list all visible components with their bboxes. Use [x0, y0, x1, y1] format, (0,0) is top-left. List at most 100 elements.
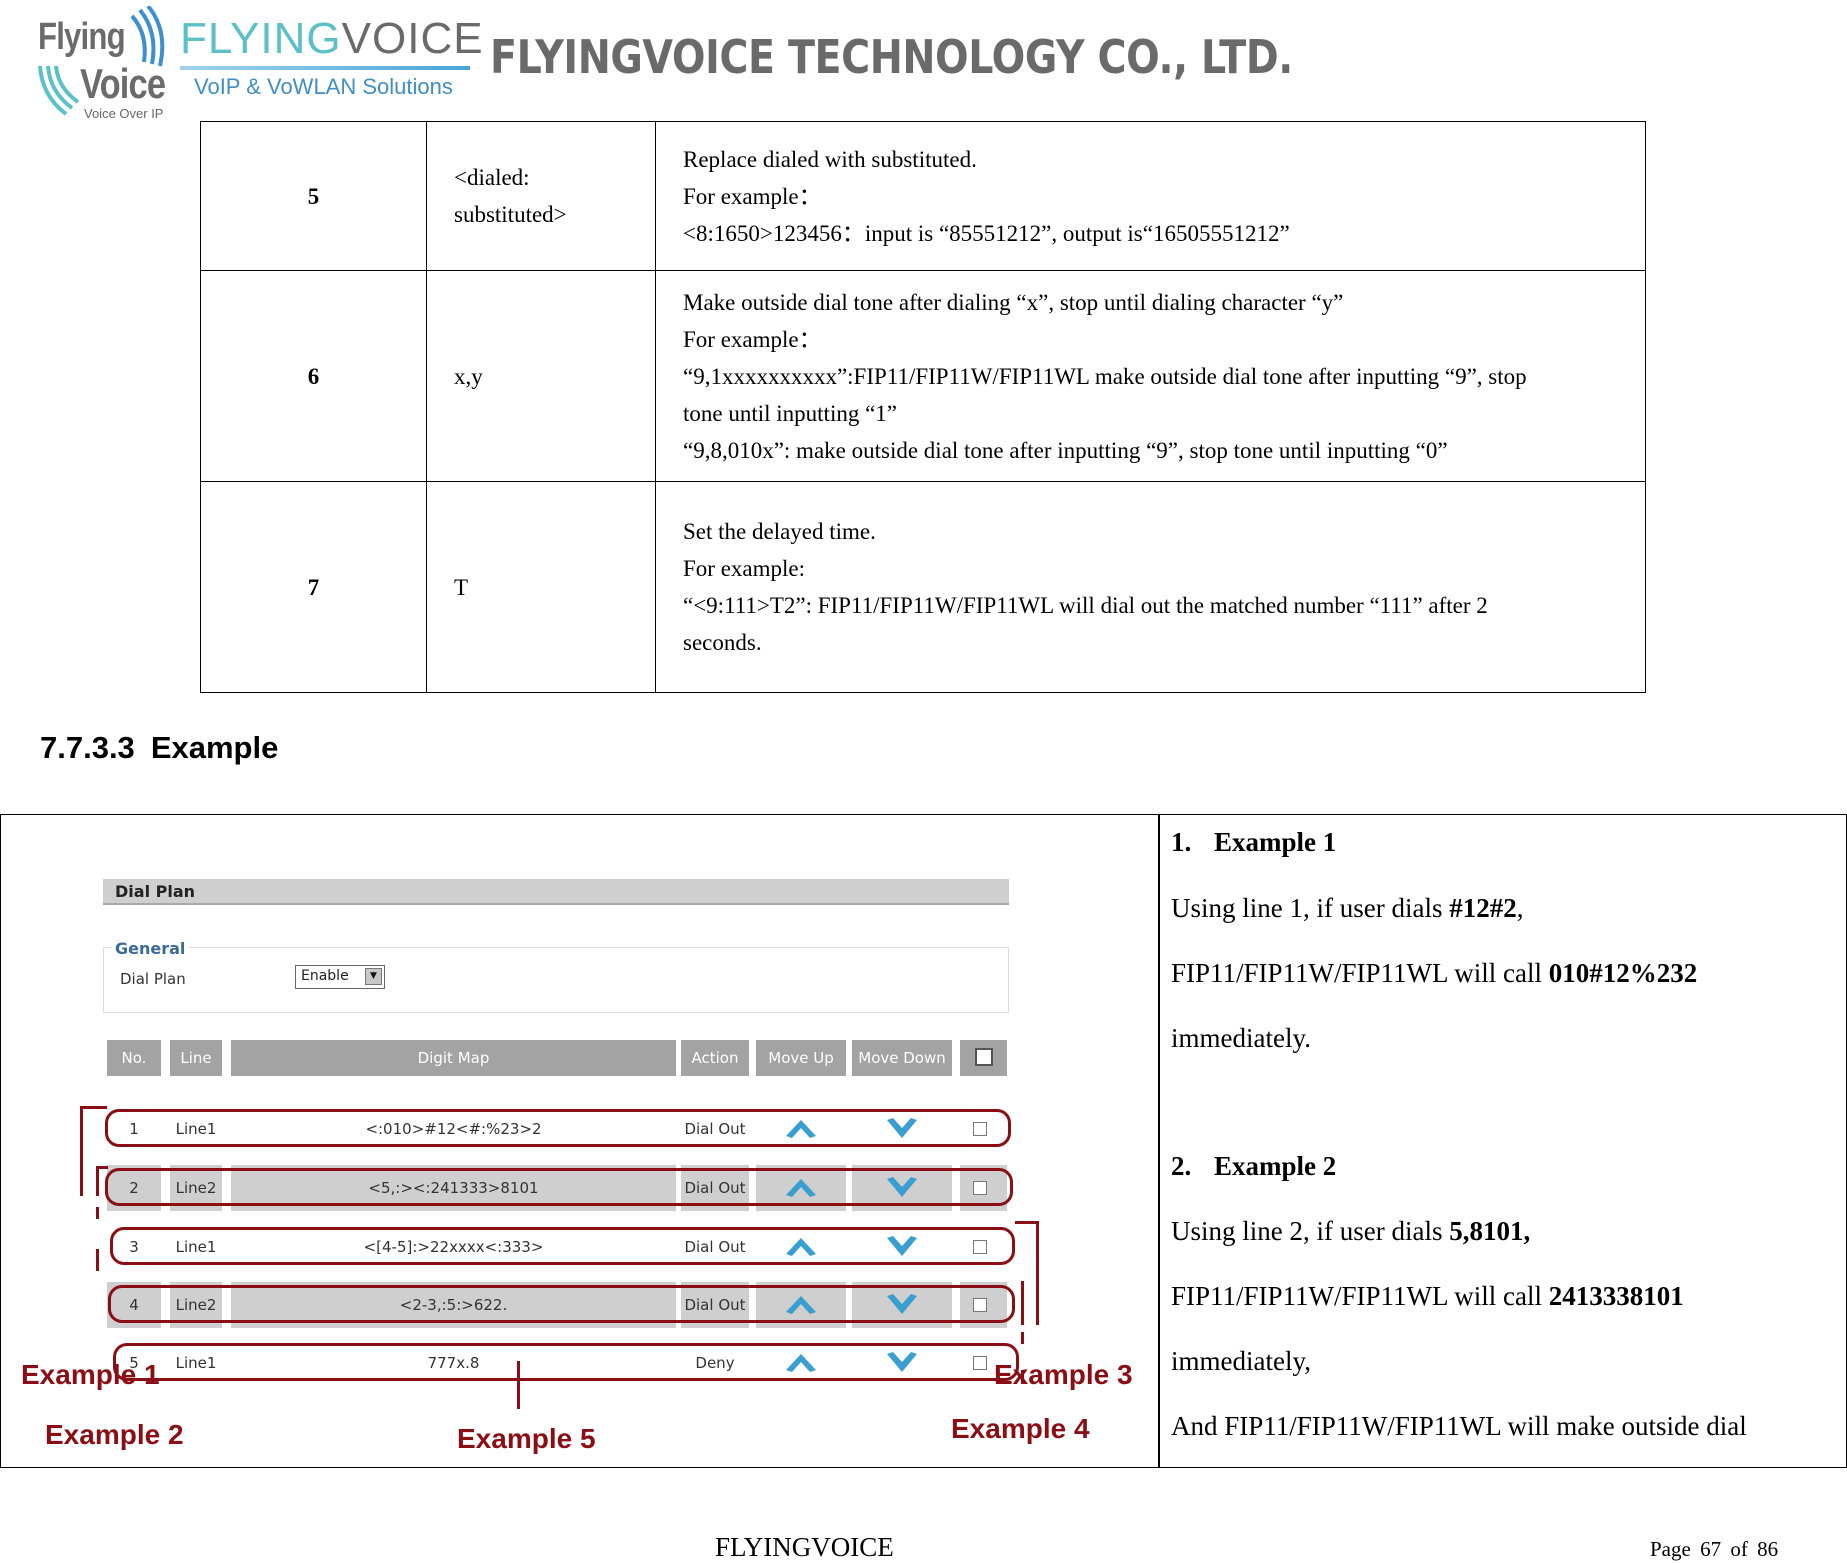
- example-1-line: Using line 1, if user dials #12#2,: [1171, 893, 1523, 924]
- column-divider: [1158, 815, 1160, 1467]
- logo-left-tagline: Voice Over IP: [84, 106, 164, 121]
- column-header-line: Line: [170, 1040, 222, 1076]
- company-name: FLYINGVOICE TECHNOLOGY CO., LTD.: [490, 30, 1293, 84]
- example-title: Example 2: [1214, 1151, 1337, 1181]
- general-fieldset: [103, 947, 1009, 1013]
- desc-line: Set the delayed time.: [683, 519, 876, 544]
- table-row: 5 Line1 777x.8 Deny: [1, 1340, 1158, 1386]
- logo-center-part2: VOICE: [341, 14, 484, 63]
- callout-example-4: Example 4: [951, 1413, 1090, 1444]
- dialed-digits: #12#2: [1449, 893, 1517, 923]
- text: Using line 1, if user dials: [1171, 893, 1450, 923]
- total-pages: 86: [1757, 1537, 1779, 1561]
- page-number: Page 67 of 86: [1650, 1537, 1778, 1562]
- column-header-move-up: Move Up: [756, 1040, 846, 1076]
- rule-symbol: T: [426, 481, 656, 693]
- callout-line: [80, 1106, 83, 1196]
- section-number: 7.7.3.3: [40, 730, 135, 765]
- desc-line: Make outside dial tone after dialing “x”…: [683, 289, 1344, 315]
- text: ,: [1516, 893, 1524, 923]
- footer-brand: FLYINGVOICE: [715, 1532, 894, 1562]
- desc-line: “9,8,010x”: make outside dial tone after…: [683, 437, 1448, 463]
- desc-line: For example：: [683, 183, 822, 209]
- dial-plan-select[interactable]: Enable ▼: [295, 965, 385, 989]
- callout-line: [96, 1207, 99, 1219]
- example-2-line: FIP11/FIP11W/FIP11WL will call 241333810…: [1171, 1281, 1684, 1312]
- desc-line: “9,1xxxxxxxxxx”:FIP11/FIP11W/FIP11WL mak…: [683, 363, 1527, 389]
- column-header-move-down: Move Down: [852, 1040, 952, 1076]
- example-2-line: And FIP11/FIP11W/FIP11WL will make outsi…: [1171, 1411, 1747, 1441]
- callout-line: [96, 1166, 99, 1196]
- of-label: of: [1730, 1537, 1748, 1561]
- callout-example-5: Example 5: [457, 1423, 596, 1454]
- dropdown-arrow-icon[interactable]: ▼: [365, 968, 382, 985]
- table-row: 3 Line1 <[4-5]:>22xxxx<:333> Dial Out: [1, 1224, 1158, 1270]
- text: FIP11/FIP11W/FIP11WL will call: [1171, 1281, 1549, 1311]
- dial-plan-label: Dial Plan: [120, 970, 186, 988]
- table-row: 4 Line2 <2-3,:5:>622. Dial Out: [1, 1282, 1158, 1328]
- table-row: 7 T Set the delayed time. For example: “…: [200, 481, 1646, 693]
- column-header-digit-map: Digit Map: [231, 1040, 676, 1076]
- page-header: Flying Voice Voice Over IP FLYINGVOICE V…: [0, 0, 1847, 125]
- example-title: Example 1: [1214, 827, 1337, 857]
- callout-line: [517, 1361, 520, 1409]
- callout-line: [96, 1249, 99, 1271]
- callout-line: [1021, 1332, 1024, 1344]
- select-all-checkbox[interactable]: [974, 1048, 993, 1066]
- text: Using line 2, if user dials: [1171, 1216, 1450, 1246]
- callout-example-2: Example 2: [45, 1419, 184, 1450]
- logo-underline: [180, 66, 470, 70]
- rule-description: Set the delayed time. For example: “<9:1…: [655, 481, 1646, 693]
- called-number: 2413338101: [1548, 1281, 1684, 1311]
- desc-line: <8:1650>123456：input is “85551212”, outp…: [683, 220, 1290, 246]
- list-index: 1.: [1171, 827, 1192, 857]
- section-heading: 7.7.3.3 Example: [40, 730, 278, 766]
- example-1-line: immediately.: [1171, 1023, 1311, 1053]
- rule-description: Replace dialed with substituted. For exa…: [655, 121, 1646, 271]
- table-row: 6 x,y Make outside dial tone after diali…: [200, 270, 1646, 482]
- example-highlight-outline: [108, 1285, 1015, 1323]
- column-header-no: No.: [107, 1040, 161, 1076]
- called-number: 010#12%232: [1548, 958, 1698, 988]
- logo-center-tagline: VoIP & VoWLAN Solutions: [194, 74, 453, 99]
- callout-line: [1021, 1281, 1024, 1325]
- desc-line: Replace dialed with substituted.: [683, 146, 977, 172]
- example-1-heading: 1. Example 1: [1171, 827, 1336, 858]
- callout-example-3: Example 3: [994, 1359, 1133, 1390]
- dial-plan-title: Dial Plan: [103, 879, 1009, 905]
- rule-symbol: <dialed: substituted>: [426, 121, 656, 271]
- rule-description: Make outside dial tone after dialing “x”…: [655, 270, 1646, 482]
- text: FIP11/FIP11W/FIP11WL will call: [1171, 958, 1549, 988]
- callout-line: [1036, 1221, 1039, 1325]
- example-2-heading: 2. Example 2: [1171, 1151, 1336, 1182]
- flyingvoice-logo-left: Flying Voice Voice Over IP: [36, 6, 171, 121]
- current-page: 67: [1700, 1537, 1722, 1561]
- dial-plan-select-value: Enable: [301, 968, 349, 984]
- rule-symbol: x,y: [426, 270, 656, 482]
- example-highlight-outline: [113, 1343, 1019, 1381]
- example-highlight-outline: [110, 1227, 1015, 1265]
- flyingvoice-logo-center: FLYINGVOICE VoIP & VoWLAN Solutions: [180, 14, 483, 104]
- logo-left-line1: Flying: [38, 16, 126, 58]
- dial-plan-screenshot: Dial Plan General Dial Plan Enable ▼ No.…: [1, 815, 1158, 1467]
- example-2-line: Using line 2, if user dials 5,8101,: [1171, 1216, 1530, 1247]
- rule-number: 6: [200, 270, 427, 482]
- desc-line: seconds.: [683, 630, 762, 655]
- example-table: Dial Plan General Dial Plan Enable ▼ No.…: [0, 814, 1847, 1468]
- list-index: 2.: [1171, 1151, 1192, 1181]
- section-title: Example: [150, 730, 279, 765]
- callout-line: [81, 1106, 107, 1109]
- rule-number: 5: [200, 121, 427, 271]
- rule-number: 7: [200, 481, 427, 693]
- example-highlight-outline: [105, 1109, 1011, 1147]
- page-label: Page: [1650, 1537, 1691, 1561]
- table-row: 5 <dialed: substituted> Replace dialed w…: [200, 121, 1646, 271]
- column-header-action: Action: [681, 1040, 749, 1076]
- table-row: 2 Line2 <5,:><:241333>8101 Dial Out: [1, 1165, 1158, 1211]
- table-row: 1 Line1 <:010>#12<#:%23>2 Dial Out: [1, 1106, 1158, 1152]
- column-header-select-all[interactable]: [960, 1040, 1007, 1076]
- rule-symbol-line: T: [454, 574, 469, 600]
- general-legend: General: [111, 939, 190, 958]
- logo-center-part1: FLYING: [180, 14, 342, 63]
- rule-symbol-line: <dialed:: [454, 165, 530, 190]
